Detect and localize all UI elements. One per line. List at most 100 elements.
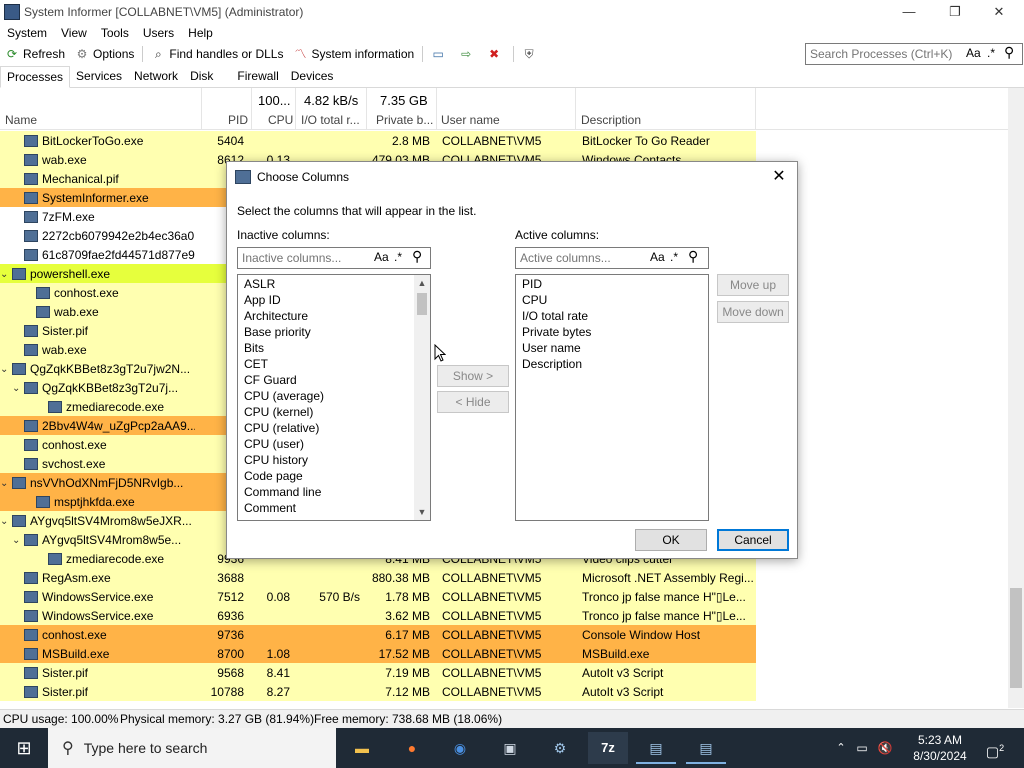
header-divider[interactable] — [366, 88, 367, 130]
header-divider[interactable] — [295, 88, 296, 130]
close-button[interactable]: ✕ — [976, 0, 1022, 24]
taskbar-clock[interactable]: 5:23 AM 8/30/2024 — [908, 732, 972, 764]
move-up-button[interactable]: Move up — [717, 274, 789, 296]
menu-tools[interactable]: Tools — [94, 24, 136, 44]
list-item[interactable]: Bits — [238, 340, 430, 356]
system-information-button[interactable]: 〽 System information — [288, 43, 419, 65]
header-divider[interactable] — [251, 88, 252, 130]
tab-firewall[interactable]: Firewall — [231, 66, 284, 87]
header-divider[interactable] — [201, 88, 202, 130]
tab-processes[interactable]: Processes — [0, 66, 71, 88]
header-private-bytes[interactable]: Private b... — [376, 113, 433, 127]
volume-muted-icon[interactable]: 🔇 — [874, 732, 896, 764]
shield-button[interactable]: ⛨ — [517, 43, 545, 65]
tool-app-icon[interactable]: ⚙ — [540, 732, 580, 764]
header-divider[interactable] — [575, 88, 576, 130]
table-row[interactable]: WindowsService.exe 7512 0.08 570 B/s 1.78 MB… — [0, 587, 756, 606]
options-button[interactable]: ⚙ Options — [70, 43, 139, 65]
list-item[interactable]: Command line — [238, 484, 430, 500]
header-cpu[interactable]: CPU — [268, 113, 293, 127]
vertical-scrollbar[interactable] — [1008, 88, 1024, 708]
system-app-icon[interactable]: ▣ — [490, 732, 530, 764]
search-icon[interactable]: ⚲ — [688, 248, 698, 265]
system-informer-task-icon[interactable]: ▤ — [636, 732, 676, 764]
tab-network[interactable]: Network — [128, 66, 184, 87]
table-row[interactable]: Sister.pif 10788 8.27 7.12 MB COLLABNET\VM5 A… — [0, 682, 756, 701]
refresh-button[interactable]: ⟳ Refresh — [0, 43, 70, 65]
table-row[interactable]: MSBuild.exe 8700 1.08 17.52 MB COLLABNET\VM5… — [0, 644, 756, 663]
inactive-columns-list[interactable]: ASLR App ID Architecture Base priority Bits C… — [237, 274, 431, 521]
header-divider[interactable] — [436, 88, 437, 130]
active-search-input[interactable] — [516, 248, 644, 268]
scroll-up-icon[interactable]: ▲ — [414, 275, 430, 291]
list-item[interactable]: PID — [516, 276, 708, 292]
menu-system[interactable]: System — [0, 24, 54, 44]
inactive-list-scrollbar[interactable]: ▲ ▼ — [414, 275, 430, 520]
list-item[interactable]: Code page — [238, 468, 430, 484]
move-down-button[interactable]: Move down — [717, 301, 789, 323]
list-item[interactable]: CPU (average) — [238, 388, 430, 404]
list-item[interactable]: Private bytes — [516, 324, 708, 340]
list-item[interactable]: Comment — [238, 500, 430, 516]
header-pid[interactable]: PID — [228, 113, 248, 127]
scroll-thumb[interactable] — [1010, 588, 1022, 688]
network-icon[interactable]: ▭ — [852, 732, 872, 764]
inactive-regex-toggle[interactable]: .* — [394, 250, 402, 264]
scroll-down-icon[interactable]: ▼ — [414, 504, 430, 520]
table-row[interactable]: BitLockerToGo.exe 5404 2.8 MB COLLABNET\VM5… — [0, 131, 756, 150]
list-item[interactable]: User name — [516, 340, 708, 356]
header-divider[interactable] — [755, 88, 756, 130]
file-explorer-icon[interactable]: ▬ — [342, 732, 382, 764]
notification-icon[interactable]: ▢2 — [980, 732, 1010, 764]
table-row[interactable]: WindowsService.exe 6936 3.62 MB COLLABNET\V… — [0, 606, 756, 625]
minimize-button[interactable]: — — [886, 0, 932, 24]
table-row[interactable]: Sister.pif 9568 8.41 7.19 MB COLLABNET\VM5 Au… — [0, 663, 756, 682]
inactive-search-input[interactable] — [238, 248, 366, 268]
find-handles-button[interactable]: ⌕ Find handles or DLLs — [146, 43, 288, 65]
system-informer-task2-icon[interactable]: ▤ — [686, 732, 726, 764]
tab-services[interactable]: Services — [70, 66, 128, 87]
search-icon[interactable]: ⚲ — [412, 248, 422, 265]
maximize-button[interactable]: ❐ — [932, 0, 978, 24]
list-item[interactable]: CF Guard — [238, 372, 430, 388]
window-button[interactable]: ▭ — [426, 43, 454, 65]
list-item[interactable]: CPU — [516, 292, 708, 308]
case-sensitive-toggle[interactable]: Aa — [966, 46, 981, 60]
expand-chevron-icon[interactable]: ⌄ — [0, 269, 12, 280]
search-processes-input[interactable] — [806, 44, 956, 64]
table-row[interactable]: conhost.exe 9736 6.17 MB COLLABNET\VM5 Conso… — [0, 625, 756, 644]
regex-toggle[interactable]: .* — [987, 46, 995, 60]
expand-chevron-icon[interactable]: ⌄ — [0, 364, 12, 375]
menu-users[interactable]: Users — [136, 24, 181, 44]
tray-chevron-icon[interactable]: ⌃ — [832, 732, 850, 764]
menu-help[interactable]: Help — [181, 24, 220, 44]
header-user-name[interactable]: User name — [441, 113, 500, 127]
search-icon[interactable]: ⚲ — [1004, 44, 1014, 61]
header-description[interactable]: Description — [581, 113, 641, 127]
table-row[interactable]: RegAsm.exe 3688 880.38 MB COLLABNET\VM5 Micr… — [0, 568, 756, 587]
list-item[interactable]: I/O total rate — [516, 308, 708, 324]
header-name[interactable]: Name — [5, 113, 37, 127]
list-item[interactable]: Description — [516, 356, 708, 372]
list-item[interactable]: CPU (relative) — [238, 420, 430, 436]
list-item[interactable]: Architecture — [238, 308, 430, 324]
dialog-close-button[interactable]: ✕ — [767, 166, 791, 188]
header-io[interactable]: I/O total r... — [301, 113, 360, 127]
7zip-icon[interactable]: 7z — [588, 732, 628, 764]
tab-devices[interactable]: Devices — [285, 66, 340, 87]
list-item[interactable]: Base priority — [238, 324, 430, 340]
list-item[interactable]: App ID — [238, 292, 430, 308]
hide-button[interactable]: < Hide — [437, 391, 509, 413]
expand-chevron-icon[interactable]: ⌄ — [12, 383, 24, 394]
expand-chevron-icon[interactable]: ⌄ — [0, 478, 12, 489]
expand-chevron-icon[interactable]: ⌄ — [12, 535, 24, 546]
search-processes-box[interactable]: Aa .* ⚲ — [805, 43, 1023, 65]
active-columns-list[interactable]: PID CPU I/O total rate Private bytes User na… — [515, 274, 709, 521]
taskbar-search[interactable]: ⚲ Type here to search — [48, 728, 336, 768]
active-case-toggle[interactable]: Aa — [650, 250, 665, 264]
chrome-icon[interactable]: ◉ — [440, 732, 480, 764]
scroll-thumb[interactable] — [417, 293, 427, 315]
find-window-button[interactable]: ⇨ — [454, 43, 482, 65]
active-search-box[interactable]: Aa .* ⚲ — [515, 247, 709, 269]
menu-view[interactable]: View — [54, 24, 94, 44]
